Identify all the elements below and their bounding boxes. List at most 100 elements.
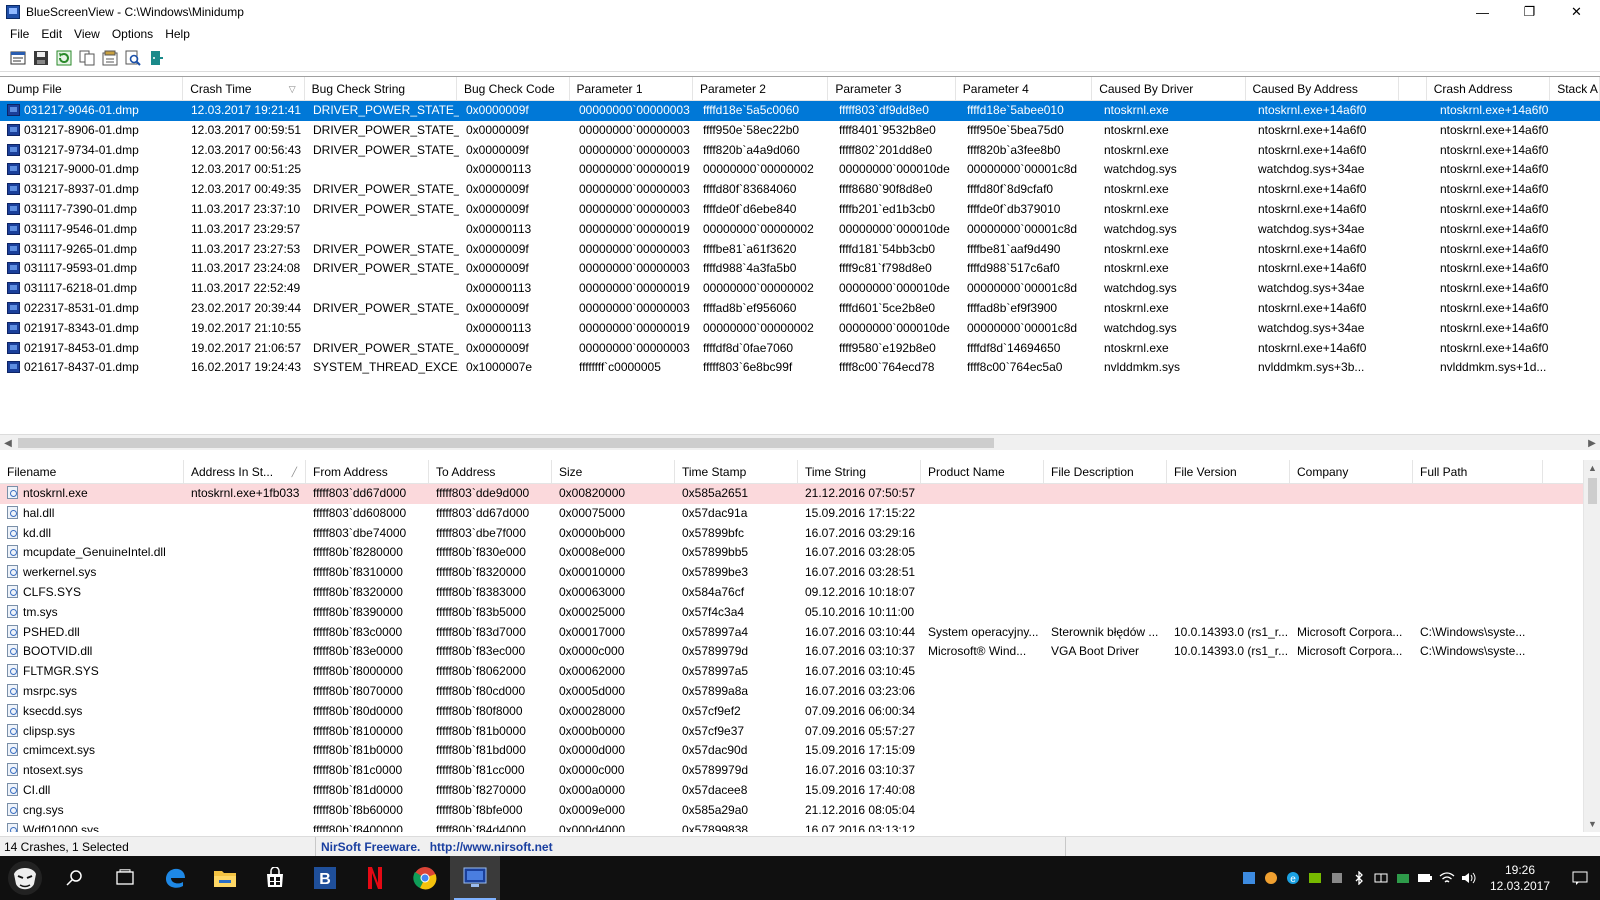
html-report-icon[interactable] [100, 48, 120, 68]
column-header[interactable]: Parameter 3 [828, 77, 956, 101]
store-icon[interactable] [250, 856, 300, 900]
close-button[interactable]: ✕ [1553, 0, 1600, 24]
scroll-left-icon[interactable]: ◀ [0, 435, 16, 451]
crash-row[interactable]: 031217-8937-01.dmp 12.03.2017 00:49:35 DRI… [0, 180, 1600, 200]
menu-options[interactable]: Options [106, 27, 159, 41]
crash-row[interactable]: 031117-6218-01.dmp 11.03.2017 22:52:49 0x0… [0, 279, 1600, 299]
crash-row[interactable]: 031117-9593-01.dmp 11.03.2017 23:24:08 DRI… [0, 259, 1600, 279]
scroll-thumb-vertical[interactable] [1588, 478, 1597, 504]
driver-row[interactable]: mcupdate_GenuineIntel.dll fffff80b`f82800… [0, 543, 1600, 563]
driver-row[interactable]: ksecdd.sys fffff80b`f80d0000 fffff80b`f80f… [0, 702, 1600, 722]
notification-icon[interactable] [1560, 856, 1600, 900]
column-header[interactable]: Stack A [1550, 77, 1600, 101]
column-header[interactable]: Address In St... ╱ [184, 460, 306, 484]
column-header[interactable]: Time String [798, 460, 921, 484]
crash-row[interactable]: 031117-9265-01.dmp 11.03.2017 23:27:53 DRI… [0, 240, 1600, 260]
search-icon[interactable] [50, 856, 100, 900]
column-header[interactable]: From Address [306, 460, 429, 484]
driver-row[interactable]: cng.sys fffff80b`f8b60000 fffff80b`f8bfe00… [0, 801, 1600, 821]
driver-row[interactable]: kd.dll fffff803`dbe74000 fffff803`dbe7f000… [0, 524, 1600, 544]
bluetooth-icon[interactable] [1348, 856, 1370, 900]
driver-row[interactable]: Wdf01000.sys fffff80b`f8400000 fffff80b`f8… [0, 821, 1600, 832]
bluescreenview-icon[interactable] [450, 856, 500, 900]
taskbar-clock[interactable]: 19:26 12.03.2017 [1480, 862, 1560, 894]
edge-icon[interactable] [150, 856, 200, 900]
horizontal-scrollbar[interactable]: ◀ ▶ [0, 434, 1600, 450]
b-app-icon[interactable]: B [300, 856, 350, 900]
driver-row[interactable]: ntosext.sys fffff80b`f81c0000 fffff80b`f81… [0, 761, 1600, 781]
menu-file[interactable]: File [4, 27, 35, 41]
column-header[interactable]: Bug Check Code [457, 77, 570, 101]
column-header[interactable]: Product Name [921, 460, 1044, 484]
menu-view[interactable]: View [68, 27, 106, 41]
driver-row[interactable]: werkernel.sys fffff80b`f8310000 fffff80b`f… [0, 563, 1600, 583]
column-header[interactable]: Caused By Address [1246, 77, 1399, 101]
column-header[interactable]: Caused By Driver [1092, 77, 1246, 101]
column-header[interactable]: Full Path [1413, 460, 1543, 484]
column-header[interactable]: Parameter 4 [956, 77, 1093, 101]
tray-green-icon[interactable] [1392, 856, 1414, 900]
crash-row[interactable]: 021917-8343-01.dmp 19.02.2017 21:10:55 0x0… [0, 319, 1600, 339]
nirsoft-link[interactable]: http://www.nirsoft.net [430, 840, 553, 854]
column-header[interactable]: Crash Address [1427, 77, 1551, 101]
menu-help[interactable]: Help [159, 27, 196, 41]
driver-row[interactable]: tm.sys fffff80b`f8390000 fffff80b`f83b5000… [0, 603, 1600, 623]
column-header[interactable]: Bug Check String [305, 77, 457, 101]
crash-row[interactable]: 031117-7390-01.dmp 11.03.2017 23:37:10 DRI… [0, 200, 1600, 220]
driver-row[interactable]: cmimcext.sys fffff80b`f81b0000 fffff80b`f8… [0, 741, 1600, 761]
crash-row[interactable]: 021617-8437-01.dmp 16.02.2017 19:24:43 SYS… [0, 358, 1600, 378]
driver-row[interactable]: BOOTVID.dll fffff80b`f83e0000 fffff80b`f83… [0, 642, 1600, 662]
save-icon[interactable] [31, 48, 51, 68]
menu-edit[interactable]: Edit [35, 27, 68, 41]
column-header[interactable]: Filename [0, 460, 184, 484]
find-icon[interactable] [123, 48, 143, 68]
column-header[interactable]: Crash Time ▽ [183, 77, 305, 101]
tray-e-icon[interactable]: e [1282, 856, 1304, 900]
column-header[interactable]: Parameter 2 [693, 77, 829, 101]
exit-icon[interactable] [146, 48, 166, 68]
crash-row[interactable]: 031217-9734-01.dmp 12.03.2017 00:56:43 DRI… [0, 141, 1600, 161]
tray-nvidia-icon[interactable] [1304, 856, 1326, 900]
tray-network-drive-icon[interactable] [1238, 856, 1260, 900]
file-explorer-icon[interactable] [200, 856, 250, 900]
column-header[interactable]: To Address [429, 460, 552, 484]
column-header[interactable]: File Version [1167, 460, 1290, 484]
driver-row[interactable]: CI.dll fffff80b`f81d0000 fffff80b`f8270000… [0, 781, 1600, 801]
crash-row[interactable]: 031217-9046-01.dmp 12.03.2017 19:21:41 DRI… [0, 101, 1600, 121]
tray-device-icon[interactable] [1326, 856, 1348, 900]
tray-window-icon[interactable] [1370, 856, 1392, 900]
crash-row[interactable]: 031217-9000-01.dmp 12.03.2017 00:51:25 0x0… [0, 160, 1600, 180]
cortana-avatar-icon[interactable] [0, 856, 50, 900]
driver-row[interactable]: FLTMGR.SYS fffff80b`f8000000 fffff80b`f806… [0, 662, 1600, 682]
column-header[interactable]: Dump File [0, 77, 184, 101]
driver-row[interactable]: msrpc.sys fffff80b`f8070000 fffff80b`f80cd… [0, 682, 1600, 702]
column-header[interactable]: Time Stamp [675, 460, 798, 484]
chrome-icon[interactable] [400, 856, 450, 900]
scroll-up-icon[interactable]: ▲ [1584, 460, 1600, 476]
driver-row[interactable]: PSHED.dll fffff80b`f83c0000 fffff80b`f83d7… [0, 623, 1600, 643]
scroll-thumb[interactable] [18, 438, 994, 448]
refresh-icon[interactable] [54, 48, 74, 68]
volume-icon[interactable] [1458, 856, 1480, 900]
properties-icon[interactable] [8, 48, 28, 68]
crash-row[interactable]: 022317-8531-01.dmp 23.02.2017 20:39:44 DRI… [0, 299, 1600, 319]
column-header[interactable]: Parameter 1 [570, 77, 693, 101]
wifi-icon[interactable] [1436, 856, 1458, 900]
crash-row[interactable]: 031117-9546-01.dmp 11.03.2017 23:29:57 0x0… [0, 220, 1600, 240]
tray-orange-icon[interactable] [1260, 856, 1282, 900]
driver-row[interactable]: hal.dll fffff803`dd608000 fffff803`dd67d00… [0, 504, 1600, 524]
netflix-icon[interactable] [350, 856, 400, 900]
column-header[interactable] [1399, 77, 1427, 101]
column-header[interactable]: Company [1290, 460, 1413, 484]
vertical-scrollbar[interactable]: ▲ ▼ [1583, 460, 1600, 832]
crash-row[interactable]: 031217-8906-01.dmp 12.03.2017 00:59:51 DRI… [0, 121, 1600, 141]
driver-row[interactable]: CLFS.SYS fffff80b`f8320000 fffff80b`f83830… [0, 583, 1600, 603]
minimize-button[interactable]: — [1459, 0, 1506, 24]
crash-row[interactable]: 021917-8453-01.dmp 19.02.2017 21:06:57 DRI… [0, 339, 1600, 359]
scroll-down-icon[interactable]: ▼ [1584, 816, 1600, 832]
column-header[interactable]: Size [552, 460, 675, 484]
task-view-icon[interactable] [100, 856, 150, 900]
driver-row[interactable]: ntoskrnl.exe ntoskrnl.exe+1fb033 fffff803`… [0, 484, 1600, 504]
column-header[interactable]: File Description [1044, 460, 1167, 484]
battery-icon[interactable] [1414, 856, 1436, 900]
